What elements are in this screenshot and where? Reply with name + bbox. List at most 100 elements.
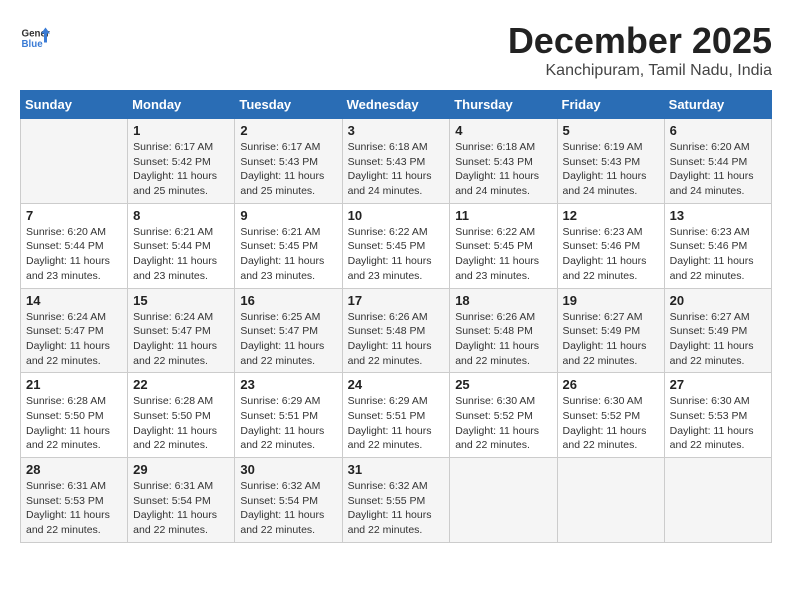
day-info: Sunrise: 6:28 AMSunset: 5:50 PMDaylight:… bbox=[26, 394, 122, 453]
svg-text:Blue: Blue bbox=[22, 39, 44, 50]
day-info: Sunrise: 6:32 AMSunset: 5:55 PMDaylight:… bbox=[348, 479, 445, 538]
day-info: Sunrise: 6:26 AMSunset: 5:48 PMDaylight:… bbox=[455, 310, 551, 369]
day-info: Sunrise: 6:31 AMSunset: 5:54 PMDaylight:… bbox=[133, 479, 229, 538]
day-number: 7 bbox=[26, 208, 122, 223]
month-title: December 2025 bbox=[508, 20, 772, 62]
day-number: 6 bbox=[670, 123, 766, 138]
day-info: Sunrise: 6:32 AMSunset: 5:54 PMDaylight:… bbox=[240, 479, 336, 538]
day-number: 8 bbox=[133, 208, 229, 223]
day-number: 19 bbox=[563, 293, 659, 308]
day-info: Sunrise: 6:24 AMSunset: 5:47 PMDaylight:… bbox=[26, 310, 122, 369]
calendar-cell: 27 Sunrise: 6:30 AMSunset: 5:53 PMDayligh… bbox=[664, 373, 771, 458]
calendar-cell: 17 Sunrise: 6:26 AMSunset: 5:48 PMDayligh… bbox=[342, 288, 450, 373]
weekday-header-saturday: Saturday bbox=[664, 91, 771, 119]
calendar-cell: 22Sunrise: 6:28 AMSunset: 5:50 PMDayligh… bbox=[128, 373, 235, 458]
calendar-cell bbox=[664, 458, 771, 543]
calendar-cell: 26Sunrise: 6:30 AMSunset: 5:52 PMDayligh… bbox=[557, 373, 664, 458]
day-number: 2 bbox=[240, 123, 336, 138]
day-info: Sunrise: 6:21 AMSunset: 5:44 PMDaylight:… bbox=[133, 225, 229, 284]
weekday-header-tuesday: Tuesday bbox=[235, 91, 342, 119]
day-number: 12 bbox=[563, 208, 659, 223]
calendar-week-row: 14 Sunrise: 6:24 AMSunset: 5:47 PMDayligh… bbox=[21, 288, 772, 373]
day-info: Sunrise: 6:20 AMSunset: 5:44 PMDaylight:… bbox=[26, 225, 122, 284]
day-number: 14 bbox=[26, 293, 122, 308]
day-info: Sunrise: 6:26 AMSunset: 5:48 PMDaylight:… bbox=[348, 310, 445, 369]
calendar-week-row: 7 Sunrise: 6:20 AMSunset: 5:44 PMDaylight… bbox=[21, 203, 772, 288]
weekday-header-wednesday: Wednesday bbox=[342, 91, 450, 119]
calendar-cell: 21 Sunrise: 6:28 AMSunset: 5:50 PMDayligh… bbox=[21, 373, 128, 458]
day-number: 20 bbox=[670, 293, 766, 308]
day-number: 27 bbox=[670, 377, 766, 392]
location: Kanchipuram, Tamil Nadu, India bbox=[508, 62, 772, 80]
day-info: Sunrise: 6:27 AMSunset: 5:49 PMDaylight:… bbox=[563, 310, 659, 369]
calendar-cell: 14 Sunrise: 6:24 AMSunset: 5:47 PMDayligh… bbox=[21, 288, 128, 373]
calendar-cell: 20 Sunrise: 6:27 AMSunset: 5:49 PMDayligh… bbox=[664, 288, 771, 373]
calendar-week-row: 1 Sunrise: 6:17 AMSunset: 5:42 PMDaylight… bbox=[21, 119, 772, 204]
calendar-cell: 15 Sunrise: 6:24 AMSunset: 5:47 PMDayligh… bbox=[128, 288, 235, 373]
day-number: 1 bbox=[133, 123, 229, 138]
day-info: Sunrise: 6:17 AMSunset: 5:42 PMDaylight:… bbox=[133, 140, 229, 199]
calendar-cell: 7 Sunrise: 6:20 AMSunset: 5:44 PMDaylight… bbox=[21, 203, 128, 288]
calendar-cell: 25Sunrise: 6:30 AMSunset: 5:52 PMDayligh… bbox=[450, 373, 557, 458]
weekday-header-sunday: Sunday bbox=[21, 91, 128, 119]
calendar-cell: 8 Sunrise: 6:21 AMSunset: 5:44 PMDaylight… bbox=[128, 203, 235, 288]
day-number: 15 bbox=[133, 293, 229, 308]
weekday-header-thursday: Thursday bbox=[450, 91, 557, 119]
day-info: Sunrise: 6:21 AMSunset: 5:45 PMDaylight:… bbox=[240, 225, 336, 284]
calendar-cell: 10 Sunrise: 6:22 AMSunset: 5:45 PMDayligh… bbox=[342, 203, 450, 288]
calendar-table: SundayMondayTuesdayWednesdayThursdayFrid… bbox=[20, 90, 772, 543]
calendar-cell: 1 Sunrise: 6:17 AMSunset: 5:42 PMDaylight… bbox=[128, 119, 235, 204]
title-block: December 2025 Kanchipuram, Tamil Nadu, I… bbox=[508, 20, 772, 80]
logo-icon: General Blue bbox=[20, 20, 50, 50]
calendar-cell: 12Sunrise: 6:23 AMSunset: 5:46 PMDayligh… bbox=[557, 203, 664, 288]
calendar-cell: 11Sunrise: 6:22 AMSunset: 5:45 PMDayligh… bbox=[450, 203, 557, 288]
calendar-cell: 30Sunrise: 6:32 AMSunset: 5:54 PMDayligh… bbox=[235, 458, 342, 543]
calendar-cell: 31 Sunrise: 6:32 AMSunset: 5:55 PMDayligh… bbox=[342, 458, 450, 543]
calendar-cell: 16 Sunrise: 6:25 AMSunset: 5:47 PMDayligh… bbox=[235, 288, 342, 373]
day-number: 5 bbox=[563, 123, 659, 138]
weekday-header-monday: Monday bbox=[128, 91, 235, 119]
calendar-cell: 28Sunrise: 6:31 AMSunset: 5:53 PMDayligh… bbox=[21, 458, 128, 543]
weekday-header-row: SundayMondayTuesdayWednesdayThursdayFrid… bbox=[21, 91, 772, 119]
day-info: Sunrise: 6:19 AMSunset: 5:43 PMDaylight:… bbox=[563, 140, 659, 199]
day-info: Sunrise: 6:24 AMSunset: 5:47 PMDaylight:… bbox=[133, 310, 229, 369]
calendar-cell: 18 Sunrise: 6:26 AMSunset: 5:48 PMDayligh… bbox=[450, 288, 557, 373]
day-info: Sunrise: 6:22 AMSunset: 5:45 PMDaylight:… bbox=[348, 225, 445, 284]
day-info: Sunrise: 6:27 AMSunset: 5:49 PMDaylight:… bbox=[670, 310, 766, 369]
day-number: 31 bbox=[348, 462, 445, 477]
day-number: 24 bbox=[348, 377, 445, 392]
day-info: Sunrise: 6:25 AMSunset: 5:47 PMDaylight:… bbox=[240, 310, 336, 369]
day-number: 13 bbox=[670, 208, 766, 223]
day-info: Sunrise: 6:18 AMSunset: 5:43 PMDaylight:… bbox=[455, 140, 551, 199]
day-number: 11 bbox=[455, 208, 551, 223]
calendar-cell: 6 Sunrise: 6:20 AMSunset: 5:44 PMDaylight… bbox=[664, 119, 771, 204]
day-info: Sunrise: 6:31 AMSunset: 5:53 PMDaylight:… bbox=[26, 479, 122, 538]
calendar-cell: 3Sunrise: 6:18 AMSunset: 5:43 PMDaylight… bbox=[342, 119, 450, 204]
calendar-week-row: 21 Sunrise: 6:28 AMSunset: 5:50 PMDayligh… bbox=[21, 373, 772, 458]
logo: General Blue bbox=[20, 20, 50, 50]
calendar-cell: 4Sunrise: 6:18 AMSunset: 5:43 PMDaylight… bbox=[450, 119, 557, 204]
day-info: Sunrise: 6:30 AMSunset: 5:52 PMDaylight:… bbox=[455, 394, 551, 453]
day-info: Sunrise: 6:20 AMSunset: 5:44 PMDaylight:… bbox=[670, 140, 766, 199]
day-number: 9 bbox=[240, 208, 336, 223]
calendar-cell: 13 Sunrise: 6:23 AMSunset: 5:46 PMDayligh… bbox=[664, 203, 771, 288]
day-number: 18 bbox=[455, 293, 551, 308]
day-number: 21 bbox=[26, 377, 122, 392]
page-header: General Blue December 2025 Kanchipuram, … bbox=[20, 20, 772, 80]
day-info: Sunrise: 6:29 AMSunset: 5:51 PMDaylight:… bbox=[240, 394, 336, 453]
calendar-cell: 2Sunrise: 6:17 AMSunset: 5:43 PMDaylight… bbox=[235, 119, 342, 204]
day-number: 17 bbox=[348, 293, 445, 308]
calendar-cell: 23 Sunrise: 6:29 AMSunset: 5:51 PMDayligh… bbox=[235, 373, 342, 458]
day-number: 10 bbox=[348, 208, 445, 223]
calendar-cell bbox=[450, 458, 557, 543]
calendar-cell: 19 Sunrise: 6:27 AMSunset: 5:49 PMDayligh… bbox=[557, 288, 664, 373]
day-number: 22 bbox=[133, 377, 229, 392]
day-info: Sunrise: 6:30 AMSunset: 5:53 PMDaylight:… bbox=[670, 394, 766, 453]
day-number: 23 bbox=[240, 377, 336, 392]
day-info: Sunrise: 6:18 AMSunset: 5:43 PMDaylight:… bbox=[348, 140, 445, 199]
calendar-cell bbox=[21, 119, 128, 204]
day-number: 16 bbox=[240, 293, 336, 308]
calendar-cell: 24Sunrise: 6:29 AMSunset: 5:51 PMDayligh… bbox=[342, 373, 450, 458]
day-info: Sunrise: 6:23 AMSunset: 5:46 PMDaylight:… bbox=[670, 225, 766, 284]
calendar-cell: 29Sunrise: 6:31 AMSunset: 5:54 PMDayligh… bbox=[128, 458, 235, 543]
